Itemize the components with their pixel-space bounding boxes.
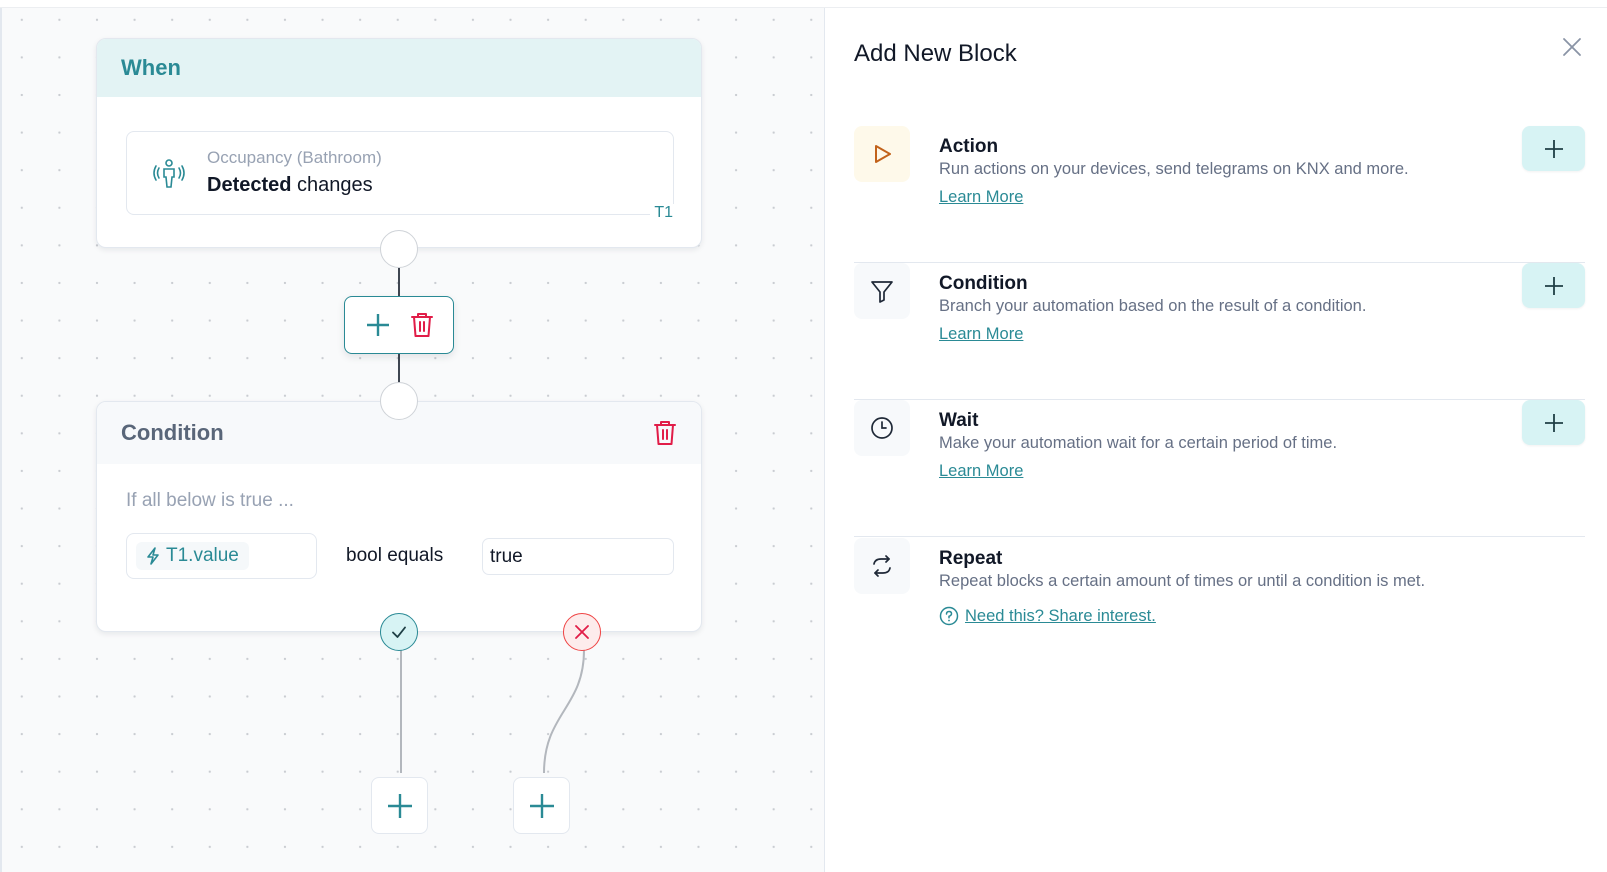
block-name: Repeat xyxy=(939,548,1003,569)
check-icon xyxy=(392,626,406,638)
true-branch-node[interactable] xyxy=(380,613,418,651)
condition-block-title: Condition xyxy=(121,420,224,445)
when-block-header: When xyxy=(97,39,701,97)
plus-icon xyxy=(366,314,389,336)
block-option-wait: Wait Make your automation wait for a cer… xyxy=(854,400,1585,537)
condition-icon-box xyxy=(854,263,910,319)
x-icon xyxy=(575,625,589,639)
block-option-condition: Condition Branch your automation based o… xyxy=(854,263,1585,400)
when-block[interactable]: When Occupancy (Bathroom) Detected chang… xyxy=(96,38,702,248)
condition-hint: If all below is true ... xyxy=(126,490,294,511)
block-option-action: Action Run actions on your devices, send… xyxy=(854,126,1585,263)
operand-chip[interactable]: T1.value xyxy=(136,542,249,570)
trigger-event: Detected changes xyxy=(207,174,373,197)
trash-icon xyxy=(654,421,676,445)
insert-step-button[interactable] xyxy=(365,312,391,338)
trigger-event-rest: changes xyxy=(291,174,373,196)
inline-step-tools xyxy=(344,296,454,354)
condition-input-node[interactable] xyxy=(380,382,418,420)
add-true-branch-step-button[interactable] xyxy=(371,777,428,834)
delete-condition-button[interactable] xyxy=(653,420,677,446)
top-bar xyxy=(0,0,1607,8)
learn-more-link[interactable]: Learn More xyxy=(939,325,1023,344)
funnel-icon xyxy=(871,281,893,303)
condition-operator[interactable]: bool equals xyxy=(346,545,443,567)
add-wait-button[interactable] xyxy=(1522,400,1585,445)
clock-icon xyxy=(871,417,893,439)
false-branch-line xyxy=(543,649,585,774)
learn-more-link[interactable]: Learn More xyxy=(939,188,1023,207)
condition-block[interactable]: Condition If all below is true ... T1.va… xyxy=(96,401,702,632)
add-false-branch-step-button[interactable] xyxy=(513,777,570,834)
plus-icon xyxy=(529,793,554,818)
learn-more-link[interactable]: Learn More xyxy=(939,462,1023,481)
action-icon-box xyxy=(854,126,910,182)
plus-icon xyxy=(1544,139,1563,158)
connector-line-bottom xyxy=(398,352,400,384)
plus-icon xyxy=(387,793,412,818)
plus-icon xyxy=(1544,276,1563,295)
trash-icon xyxy=(410,313,433,337)
block-description: Make your automation wait for a certain … xyxy=(939,434,1338,452)
trigger-event-bold: Detected xyxy=(207,174,292,196)
trigger-device-name: Occupancy (Bathroom) xyxy=(207,148,382,167)
trigger-badge: T1 xyxy=(650,204,677,222)
delete-connection-button[interactable] xyxy=(410,312,434,338)
add-condition-button[interactable] xyxy=(1522,263,1585,308)
share-interest-label: Need this? Share interest. xyxy=(965,606,1156,625)
block-option-repeat: Repeat Repeat blocks a certain amount of… xyxy=(854,538,1585,675)
share-interest-link[interactable]: Need this? Share interest. xyxy=(939,606,1156,626)
when-output-node[interactable] xyxy=(380,230,418,268)
plus-icon xyxy=(1544,413,1563,432)
block-description: Run actions on your devices, send telegr… xyxy=(939,160,1409,178)
repeat-icon xyxy=(873,555,891,577)
close-icon xyxy=(1563,38,1581,56)
block-name: Action xyxy=(939,136,999,157)
repeat-icon-box xyxy=(854,538,910,594)
block-name: Wait xyxy=(939,410,979,431)
trigger-item[interactable]: Occupancy (Bathroom) Detected changes xyxy=(126,131,674,215)
block-description: Repeat blocks a certain amount of times … xyxy=(939,572,1426,590)
occupancy-person-icon xyxy=(151,156,187,192)
false-branch-node[interactable] xyxy=(563,613,601,651)
block-name: Condition xyxy=(939,273,1028,294)
block-description: Branch your automation based on the resu… xyxy=(939,297,1367,315)
condition-operand-field[interactable]: T1.value xyxy=(126,533,317,579)
operand-label: T1.value xyxy=(166,545,239,566)
when-block-title: When xyxy=(121,55,181,80)
lightning-icon xyxy=(147,547,159,565)
add-action-button[interactable] xyxy=(1522,126,1585,171)
help-circle-icon xyxy=(939,606,959,626)
wait-icon-box xyxy=(854,400,910,456)
condition-value-input[interactable] xyxy=(482,538,674,575)
add-block-panel: Add New Block Action Run actions on your… xyxy=(824,8,1607,872)
play-icon xyxy=(875,145,891,163)
connector-line-top xyxy=(398,268,400,298)
close-panel-button[interactable] xyxy=(1559,34,1585,60)
panel-title: Add New Block xyxy=(854,40,1017,67)
